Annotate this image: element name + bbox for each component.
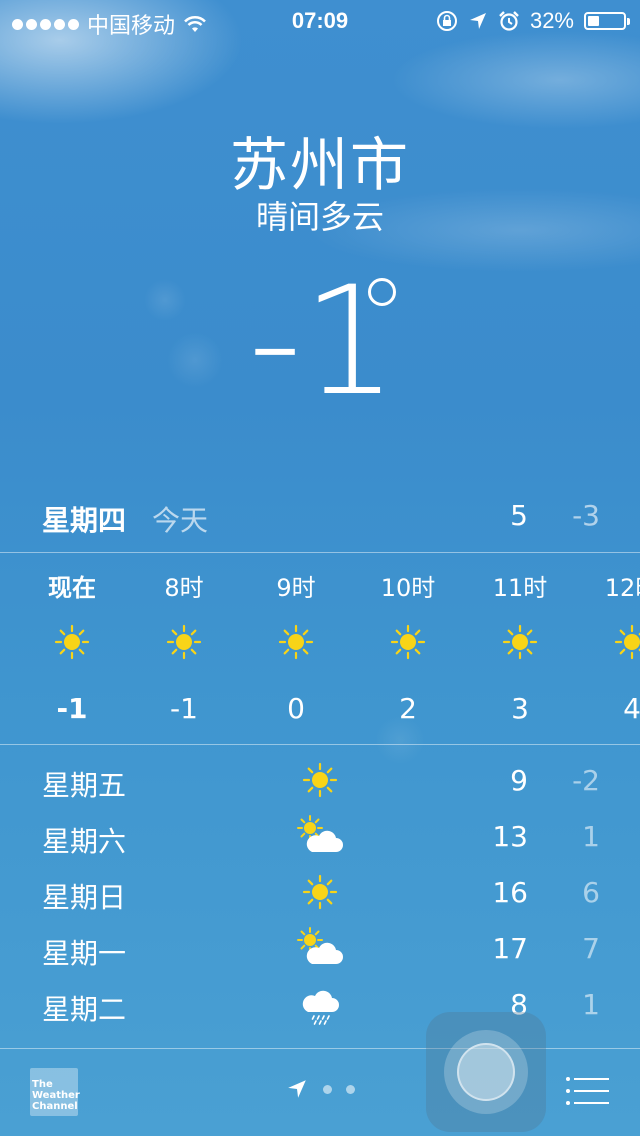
hour-item: 12时 4 [587,552,640,744]
hour-item: 8时 -1 [139,552,229,744]
page-dot[interactable] [323,1085,332,1094]
hour-item: 11时 3 [475,552,565,744]
rotation-lock-icon [436,11,457,31]
day-low: 7 [582,932,600,965]
battery-icon [584,12,630,30]
day-high: 13 [492,820,528,853]
sun-icon [502,624,538,660]
hour-item: 10时 2 [363,552,453,744]
sun-icon [54,624,90,660]
hour-temp: 0 [287,692,305,725]
day-high: 17 [492,932,528,965]
today-high: 5 [510,499,528,532]
day-name: 星期日 [42,881,127,914]
day-name: 星期一 [42,937,127,970]
page-dot[interactable] [346,1085,355,1094]
daily-row: 星期六 13 1 [0,808,640,864]
degree-icon [368,278,396,306]
hour-item: 现在 -1 [27,552,117,744]
city-list-icon[interactable] [565,1076,609,1106]
day-name: 星期六 [42,825,127,858]
day-name: 星期二 [42,993,127,1026]
today-low: -3 [572,499,600,532]
logo-line: The [32,1079,53,1090]
hour-item: 9时 0 [251,552,341,744]
daily-row: 星期一 17 7 [0,920,640,976]
sun-icon [278,624,314,660]
hour-time: 12时 [604,574,640,602]
hour-time: 11时 [492,574,548,602]
hour-time: 8时 [164,574,204,602]
daily-row: 星期日 16 6 [0,864,640,920]
divider [0,744,640,745]
condition-text: 晴间多云 [255,198,384,236]
city-name: 苏州市 [229,131,410,199]
sun-icon [614,624,640,660]
hour-temp: 2 [399,692,417,725]
location-icon [469,13,486,29]
status-bar: 中国移动 07:09 32% [0,0,640,40]
footer-toolbar: The Weather Channel [0,1012,640,1136]
hour-time: 现在 [48,574,96,602]
hour-temp: -1 [56,692,88,725]
current-location-icon[interactable] [286,1078,308,1100]
status-right: 32% [436,8,630,34]
logo-line: Weather [32,1090,80,1101]
day-low: 1 [582,988,600,1021]
daily-row: 星期五 9 -2 [0,752,640,808]
weather-channel-logo[interactable]: The Weather Channel [30,1068,80,1116]
today-day: 星期四 [42,504,127,537]
hour-temp: -1 [170,692,198,725]
day-low: -2 [572,764,600,797]
logo-line: Channel [32,1101,78,1112]
day-high: 16 [492,876,528,909]
hour-temp: 4 [623,692,640,725]
day-name: 星期五 [42,769,127,802]
day-high: 9 [510,764,528,797]
day-low: 1 [582,820,600,853]
rain-cloud-icon [296,982,344,1026]
current-temperature: -1 [0,262,640,432]
day-low: 6 [582,876,600,909]
hour-time: 10时 [380,574,436,602]
sun-icon [166,624,202,660]
assistive-touch-button[interactable] [426,1012,546,1132]
sun-icon [296,758,344,802]
partly-cloudy-icon [296,926,344,970]
alarm-icon [499,11,519,31]
hourly-forecast[interactable]: 现在 -1 8时 -1 9时 0 10时 2 11时 3 12时 4 [0,552,640,744]
hour-temp: 3 [511,692,529,725]
daily-row: 星期二 8 1 [0,976,640,1032]
hour-time: 9时 [276,574,316,602]
partly-cloudy-icon [296,814,344,858]
sun-icon [390,624,426,660]
today-label: 今天 [152,504,209,537]
today-summary: 星期四 今天 5 -3 [0,495,640,543]
sun-icon [296,870,344,914]
battery-percent: 32% [529,8,574,33]
